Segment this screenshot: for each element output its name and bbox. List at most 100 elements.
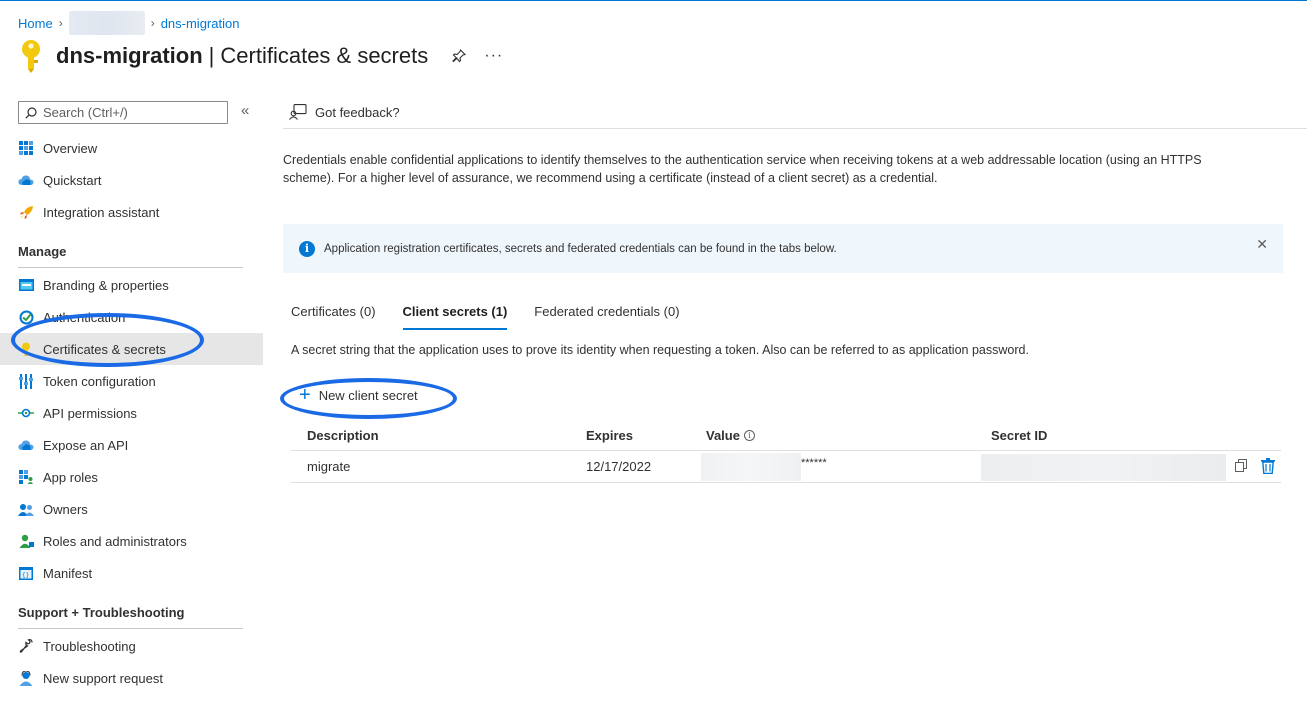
- cell-secret-id-redacted: [981, 454, 1226, 481]
- divider: [18, 628, 243, 629]
- title-separator: |: [208, 43, 215, 68]
- cell-value-redacted: [701, 453, 801, 481]
- sidebar-item-label: Quickstart: [43, 172, 102, 188]
- top-accent-line: [0, 0, 1307, 1]
- sidebar-item-overview[interactable]: Overview: [0, 132, 263, 164]
- sidebar-item-label: Roles and administrators: [43, 533, 187, 549]
- sidebar-item-label: Overview: [43, 140, 98, 156]
- sidebar-item-label: Expose an API: [43, 437, 129, 453]
- sidebar-item-certificates-secrets[interactable]: Certificates & secrets: [0, 333, 263, 365]
- sidebar-item-manifest[interactable]: {} Manifest: [0, 557, 263, 589]
- search-input[interactable]: [43, 105, 223, 120]
- sidebar-item-troubleshooting[interactable]: Troubleshooting: [0, 630, 263, 662]
- sidebar-item-label: API permissions: [43, 405, 137, 421]
- sidebar-item-new-support-request[interactable]: New support request: [0, 662, 263, 694]
- sidebar-item-label: Certificates & secrets: [43, 341, 166, 357]
- plus-icon: +: [299, 384, 311, 406]
- support-person-icon: [18, 670, 34, 686]
- sidebar: « Overview Quickstart Integration assist…: [0, 96, 263, 713]
- api-permissions-icon: [18, 405, 34, 421]
- sidebar-item-integration-assistant[interactable]: Integration assistant: [0, 196, 263, 228]
- command-bar: Got feedback?: [283, 96, 1307, 129]
- sidebar-item-roles-administrators[interactable]: Roles and administrators: [0, 525, 263, 557]
- breadcrumb: Home › › dns-migration: [18, 11, 239, 35]
- sidebar-item-label: App roles: [43, 469, 98, 485]
- sidebar-item-label: Authentication: [43, 309, 126, 325]
- credentials-description: Credentials enable confidential applicat…: [283, 153, 1202, 185]
- feedback-label: Got feedback?: [315, 104, 400, 120]
- cloud-icon: [18, 437, 34, 453]
- tab-client-secrets[interactable]: Client secrets (1): [402, 300, 507, 330]
- client-secret-description: A secret string that the application use…: [291, 343, 1029, 357]
- header-expires[interactable]: Expires: [586, 421, 633, 450]
- credential-tabs: Certificates (0) Client secrets (1) Fede…: [291, 300, 707, 330]
- info-icon: i: [299, 240, 315, 257]
- header-value-label: Value: [706, 428, 740, 443]
- header-value[interactable]: Value i: [706, 421, 755, 450]
- header-secret-id[interactable]: Secret ID: [991, 421, 1047, 450]
- copy-icon[interactable]: [1235, 459, 1247, 475]
- collapse-sidebar-icon[interactable]: «: [241, 102, 249, 119]
- info-banner: i Application registration certificates,…: [283, 224, 1283, 273]
- user-roles-icon: [18, 533, 34, 549]
- breadcrumb-redacted[interactable]: [68, 11, 145, 35]
- wrench-icon: [18, 638, 34, 654]
- sidebar-item-label: Manifest: [43, 565, 93, 581]
- page-title: Certificates & secrets: [220, 43, 429, 68]
- users-icon: [18, 501, 34, 517]
- app-name: dns-migration: [56, 43, 203, 68]
- cell-description: migrate: [307, 459, 351, 474]
- feedback-icon: [289, 104, 307, 120]
- branding-icon: [18, 277, 34, 293]
- sidebar-item-branding[interactable]: Branding & properties: [0, 269, 263, 301]
- tab-certificates[interactable]: Certificates (0): [291, 300, 376, 330]
- sidebar-item-api-permissions[interactable]: API permissions: [0, 397, 263, 429]
- search-icon: [25, 106, 37, 119]
- tab-federated-credentials[interactable]: Federated credentials (0): [534, 300, 679, 330]
- sidebar-item-expose-api[interactable]: Expose an API: [0, 429, 263, 461]
- chevron-right-icon: ›: [58, 16, 63, 30]
- rocket-icon: [18, 204, 34, 220]
- divider: [18, 267, 243, 268]
- token-icon: [18, 373, 34, 389]
- pin-icon[interactable]: [450, 47, 468, 65]
- page-header: dns-migration | Certificates & secrets ·…: [18, 38, 503, 74]
- table-row: migrate 12/17/2022 ******: [291, 451, 1281, 483]
- secrets-table-header: Description Expires Value i Secret ID: [291, 421, 1281, 451]
- cloud-icon: [18, 172, 34, 188]
- delete-icon[interactable]: [1261, 458, 1275, 477]
- breadcrumb-current[interactable]: dns-migration: [161, 16, 240, 31]
- search-box[interactable]: [18, 101, 228, 124]
- close-icon[interactable]: ✕: [1256, 236, 1268, 253]
- sidebar-item-owners[interactable]: Owners: [0, 493, 263, 525]
- info-message: Application registration certificates, s…: [324, 242, 837, 255]
- sidebar-item-label: Troubleshooting: [43, 638, 136, 654]
- sidebar-item-authentication[interactable]: Authentication: [0, 301, 263, 333]
- section-heading-support: Support + Troubleshooting: [18, 605, 185, 620]
- sidebar-item-label: Branding & properties: [43, 277, 169, 293]
- header-description[interactable]: Description: [307, 421, 379, 450]
- app-roles-icon: [18, 469, 34, 485]
- info-icon[interactable]: i: [743, 430, 755, 441]
- cell-expires: 12/17/2022: [586, 459, 652, 474]
- chevron-right-icon: ›: [150, 16, 155, 30]
- breadcrumb-home[interactable]: Home: [18, 16, 53, 31]
- sidebar-item-token-configuration[interactable]: Token configuration: [0, 365, 263, 397]
- section-heading-manage: Manage: [18, 244, 67, 259]
- key-icon: [18, 341, 34, 357]
- more-options-icon[interactable]: ···: [484, 47, 503, 65]
- key-icon: [22, 40, 40, 73]
- manifest-icon: {}: [18, 565, 34, 581]
- main-content: Got feedback? Credentials enable confide…: [283, 96, 1307, 713]
- new-client-secret-button[interactable]: + New client secret: [299, 384, 418, 406]
- sidebar-item-label: Owners: [43, 501, 88, 517]
- feedback-button[interactable]: Got feedback?: [289, 104, 400, 120]
- cell-value-masked: ******: [801, 457, 827, 469]
- sidebar-item-app-roles[interactable]: App roles: [0, 461, 263, 493]
- grid-icon: [18, 140, 34, 156]
- sidebar-item-quickstart[interactable]: Quickstart: [0, 164, 263, 196]
- svg-text:{}: {}: [22, 572, 29, 579]
- new-client-secret-label: New client secret: [318, 387, 418, 403]
- authentication-icon: [18, 309, 34, 325]
- sidebar-item-label: Integration assistant: [43, 204, 160, 220]
